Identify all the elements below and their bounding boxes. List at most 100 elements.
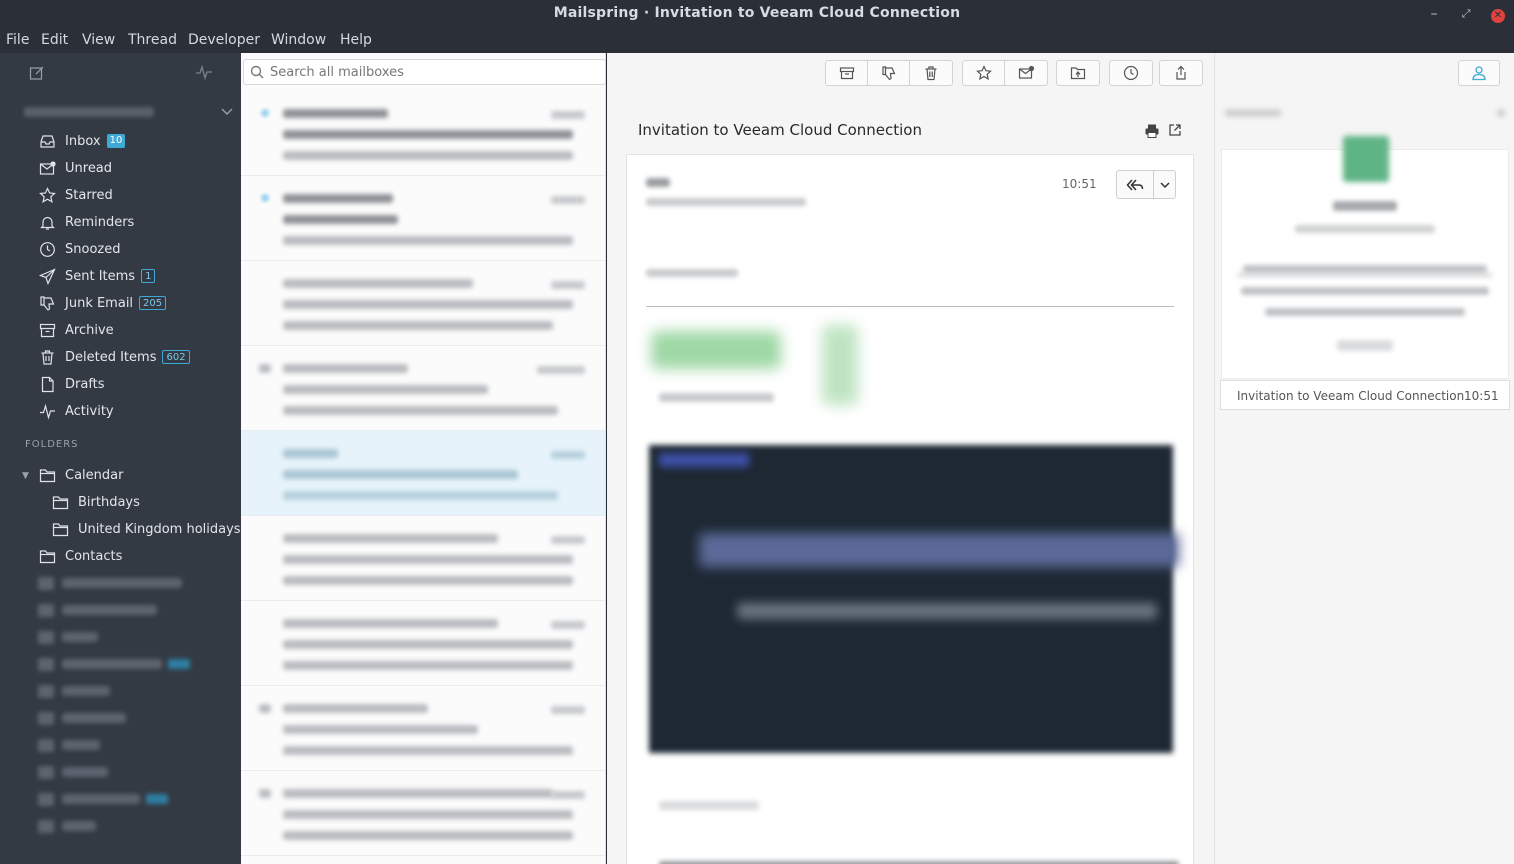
sidebar-item-deleted[interactable]: Deleted Items 602 (39, 347, 190, 367)
sidebar-item-label: Reminders (65, 214, 135, 230)
folder-redacted[interactable] (38, 657, 190, 671)
folder-redacted[interactable] (38, 711, 126, 725)
thread-row[interactable] (241, 771, 605, 856)
sidebar-item-label: Archive (65, 322, 114, 338)
folder-icon (39, 549, 56, 563)
folder-redacted[interactable] (38, 765, 108, 779)
caret-down-icon[interactable]: ▼ (22, 471, 29, 481)
thread-row-selected[interactable] (241, 431, 605, 516)
sidebar-item-reminders[interactable]: Reminders (39, 212, 134, 232)
trash-icon (925, 66, 937, 81)
sidebar-item-unread[interactable]: Unread (39, 158, 112, 178)
folder-calendar[interactable]: Calendar (39, 465, 123, 485)
menu-thread[interactable]: Thread (128, 32, 177, 48)
sidebar-item-starred[interactable]: Starred (39, 185, 113, 205)
message-actions (825, 60, 953, 86)
activity-icon (40, 403, 55, 420)
folder-redacted[interactable] (38, 738, 100, 752)
minimize-button[interactable]: – (1424, 4, 1444, 24)
folder-icon (52, 522, 69, 536)
folder-icon (39, 468, 56, 482)
chevron-down-icon[interactable] (220, 105, 234, 117)
close-icon: ✕ (1491, 9, 1505, 23)
folder-redacted[interactable] (38, 819, 96, 833)
compose-icon[interactable] (29, 65, 45, 81)
thread-row[interactable] (241, 91, 605, 176)
sidebar-item-inbox[interactable]: Inbox 10 (39, 131, 126, 151)
search-input[interactable] (270, 64, 590, 80)
folder-contacts[interactable]: Contacts (39, 546, 122, 566)
folder-uk-holidays[interactable]: United Kingdom holidays (52, 519, 241, 539)
folder-redacted[interactable] (38, 630, 98, 644)
thread-row[interactable] (241, 176, 605, 261)
mark-unread-button[interactable] (1005, 61, 1047, 85)
menu-bar: File Edit View Thread Developer Window H… (0, 28, 1514, 53)
unread-icon (1018, 65, 1034, 79)
inbox-icon (40, 134, 55, 148)
archive-icon (839, 67, 854, 80)
archive-button[interactable] (826, 61, 868, 85)
snooze-button[interactable] (1110, 61, 1152, 85)
reply-button[interactable] (1117, 171, 1155, 198)
sidebar-item-label: Snoozed (65, 241, 121, 257)
folder-redacted[interactable] (38, 576, 182, 590)
sidebar-item-label: Activity (65, 403, 114, 419)
reply-dropdown[interactable] (1154, 171, 1175, 198)
folder-redacted[interactable] (38, 684, 110, 698)
invitation-banner-image (649, 445, 1173, 753)
sidebar-item-activity[interactable]: Activity (39, 401, 114, 421)
thread-row[interactable] (241, 686, 605, 771)
mark-spam-button[interactable] (868, 61, 910, 85)
thread-row[interactable] (241, 601, 605, 686)
toggle-contact-sidebar-button[interactable] (1458, 60, 1500, 86)
move-to-folder-button[interactable] (1057, 61, 1099, 85)
maximize-button[interactable]: ⤢ (1456, 4, 1476, 24)
sidebar-item-junk[interactable]: Junk Email 205 (39, 293, 167, 313)
popout-icon[interactable] (1168, 123, 1182, 137)
sidebar-item-archive[interactable]: Archive (39, 320, 114, 340)
send-icon (39, 267, 56, 285)
share-actions (1159, 60, 1203, 86)
search-icon (250, 65, 264, 79)
menu-developer[interactable]: Developer (188, 32, 260, 48)
unread-icon (39, 160, 56, 175)
message-card: 10:51 (626, 154, 1194, 864)
account-sidebar: Inbox 10 Unread Starred Reminders Snooze… (0, 53, 241, 864)
activity-pulse-icon[interactable] (195, 64, 213, 80)
sidebar-item-sent[interactable]: Sent Items 1 (39, 266, 156, 286)
thread-list (241, 53, 606, 864)
folder-redacted[interactable] (38, 792, 168, 806)
divider (646, 306, 1174, 307)
thread-row[interactable] (241, 346, 605, 431)
thread-row[interactable] (241, 516, 605, 601)
person-icon (1472, 66, 1486, 81)
clock-icon (1123, 65, 1139, 81)
close-button[interactable]: ✕ (1488, 4, 1508, 24)
search-box[interactable] (243, 59, 606, 85)
print-icon[interactable] (1144, 123, 1160, 139)
menu-view[interactable]: View (82, 32, 115, 48)
clock-icon (40, 241, 55, 257)
trash-icon (41, 349, 54, 365)
folder-birthdays[interactable]: Birthdays (52, 492, 140, 512)
menu-window[interactable]: Window (271, 32, 326, 48)
account-name[interactable] (24, 105, 214, 119)
delete-button[interactable] (910, 61, 952, 85)
menu-file[interactable]: File (6, 32, 29, 48)
menu-edit[interactable]: Edit (41, 32, 68, 48)
menu-help[interactable]: Help (340, 32, 372, 48)
folder-label: United Kingdom holidays (78, 521, 241, 537)
thumbs-down-icon (881, 66, 895, 81)
sidebar-item-drafts[interactable]: Drafts (39, 374, 105, 394)
thread-row[interactable] (241, 261, 605, 346)
sidebar-item-label: Sent Items (65, 268, 136, 284)
sidebar-item-snoozed[interactable]: Snoozed (39, 239, 120, 259)
star-button[interactable] (963, 61, 1005, 85)
draft-icon (41, 376, 54, 392)
thumbs-down-icon (40, 295, 55, 311)
sidebar-item-label: Unread (65, 160, 113, 176)
star-icon (39, 186, 56, 203)
folder-redacted[interactable] (38, 603, 157, 617)
share-button[interactable] (1160, 61, 1202, 85)
related-thread[interactable]: Invitation to Veeam Cloud Connection 10:… (1220, 380, 1510, 410)
